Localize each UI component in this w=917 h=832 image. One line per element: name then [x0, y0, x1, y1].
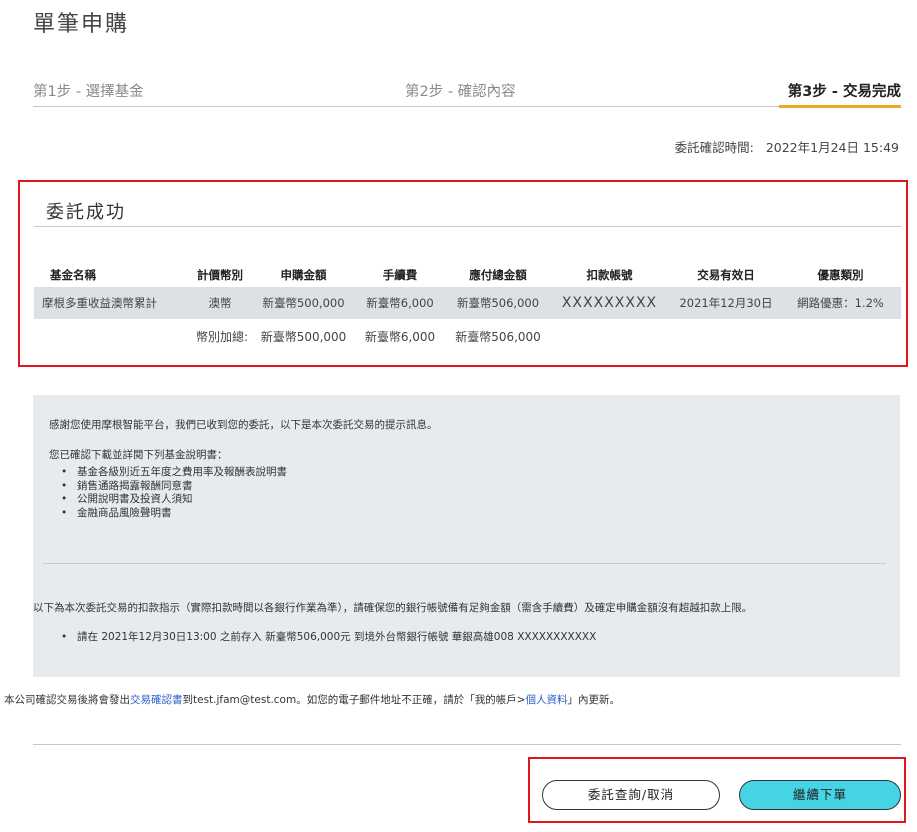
notice-thanks: 感謝您使用摩根智能平台，我們已收到您的委託，以下是本次委託交易的提示訊息。	[49, 419, 438, 431]
doc-item: 金融商品風險聲明書	[61, 507, 287, 521]
cell-fund-name: 摩根多重收益澳幣累計	[34, 287, 184, 319]
table-header-row: 基金名稱 計價幣別 申購金額 手續費 應付總金額 扣款帳號 交易有效日 優惠類別	[34, 262, 901, 287]
step-3-active: 第3步 - 交易完成	[787, 84, 901, 100]
notice-instruction: 以下為本次委託交易的扣款指示（實際扣款時間以各銀行作業為準），請確保您的銀行帳號…	[33, 602, 753, 614]
order-query-cancel-button[interactable]: 委託查詢/取消	[542, 780, 720, 810]
confirm-time-label: 委託確認時間:	[674, 140, 754, 155]
trade-confirmation-link[interactable]: 交易確認書	[130, 694, 183, 706]
bottom-divider	[33, 744, 901, 745]
step-2: 第2步 - 確認內容	[405, 84, 516, 100]
col-account: 扣款帳號	[586, 267, 633, 282]
col-currency: 計價幣別	[197, 267, 243, 282]
col-fee: 手續費	[382, 267, 418, 282]
doc-item: 銷售通路揭露報酬同意書	[61, 480, 287, 494]
personal-info-link[interactable]: 個人資料	[526, 694, 568, 706]
cell-payable: 新臺幣506,000	[449, 287, 547, 319]
step-progress: 第1步 - 選擇基金 第2步 - 確認內容 第3步 - 交易完成	[33, 70, 901, 108]
cell-account: XXXXXXXXX	[547, 287, 672, 319]
notice-divider	[43, 563, 886, 564]
step-1: 第1步 - 選擇基金	[33, 84, 144, 100]
col-discount: 優惠類別	[817, 267, 864, 282]
col-payable: 應付總金額	[469, 267, 527, 282]
total-label: 幣別加總:	[195, 329, 248, 344]
total-fee: 新臺幣6,000	[364, 329, 436, 344]
order-table: 基金名稱 計價幣別 申購金額 手續費 應付總金額 扣款帳號 交易有效日 優惠類別…	[34, 262, 901, 353]
result-divider	[34, 226, 901, 227]
doc-item: 基金各級別近五年度之費用率及報酬表說明書	[61, 466, 287, 480]
email-note: 本公司確認交易後將會發出交易確認書到test.jfam@test.com。如您的…	[4, 694, 621, 706]
cell-effective-date: 2021年12月30日	[672, 287, 780, 319]
continue-order-button[interactable]: 繼續下單	[739, 780, 901, 810]
confirm-time: 委託確認時間: 2022年1月24日 15:49	[675, 137, 899, 156]
total-amount: 新臺幣500,000	[260, 329, 347, 344]
col-effective-date: 交易有效日	[697, 267, 755, 282]
cell-amount: 新臺幣500,000	[256, 287, 351, 319]
total-payable: 新臺幣506,000	[455, 329, 541, 344]
total-row: 幣別加總: 新臺幣500,000 新臺幣6,000 新臺幣506,000	[34, 319, 901, 353]
confirm-time-value: 2022年1月24日 15:49	[765, 140, 899, 155]
deposit-item: 請在 2021年12月30日13:00 之前存入 新臺幣506,000元 到境外…	[61, 631, 596, 645]
col-amount: 申購金額	[280, 267, 327, 282]
cell-currency: 澳幣	[184, 287, 256, 319]
cell-fee: 新臺幣6,000	[351, 287, 449, 319]
doc-item: 公開說明書及投資人須知	[61, 493, 287, 507]
active-step-underline	[779, 105, 901, 108]
cell-discount: 網路優惠：1.2%	[780, 287, 901, 319]
col-fund-name: 基金名稱	[50, 267, 96, 282]
notice-panel: 感謝您使用摩根智能平台，我們已收到您的委託，以下是本次委託交易的提示訊息。 您已…	[33, 395, 900, 677]
doc-list: 基金各級別近五年度之費用率及報酬表說明書 銷售通路揭露報酬同意書 公開說明書及投…	[61, 466, 287, 520]
table-row: 摩根多重收益澳幣累計 澳幣 新臺幣500,000 新臺幣6,000 新臺幣506…	[34, 287, 901, 319]
result-title: 委託成功	[46, 202, 126, 223]
deposit-list: 請在 2021年12月30日13:00 之前存入 新臺幣506,000元 到境外…	[61, 631, 596, 645]
page-title: 單筆申購	[33, 12, 130, 37]
notice-downloaded: 您已確認下載並詳閱下列基金說明書：	[49, 449, 228, 461]
